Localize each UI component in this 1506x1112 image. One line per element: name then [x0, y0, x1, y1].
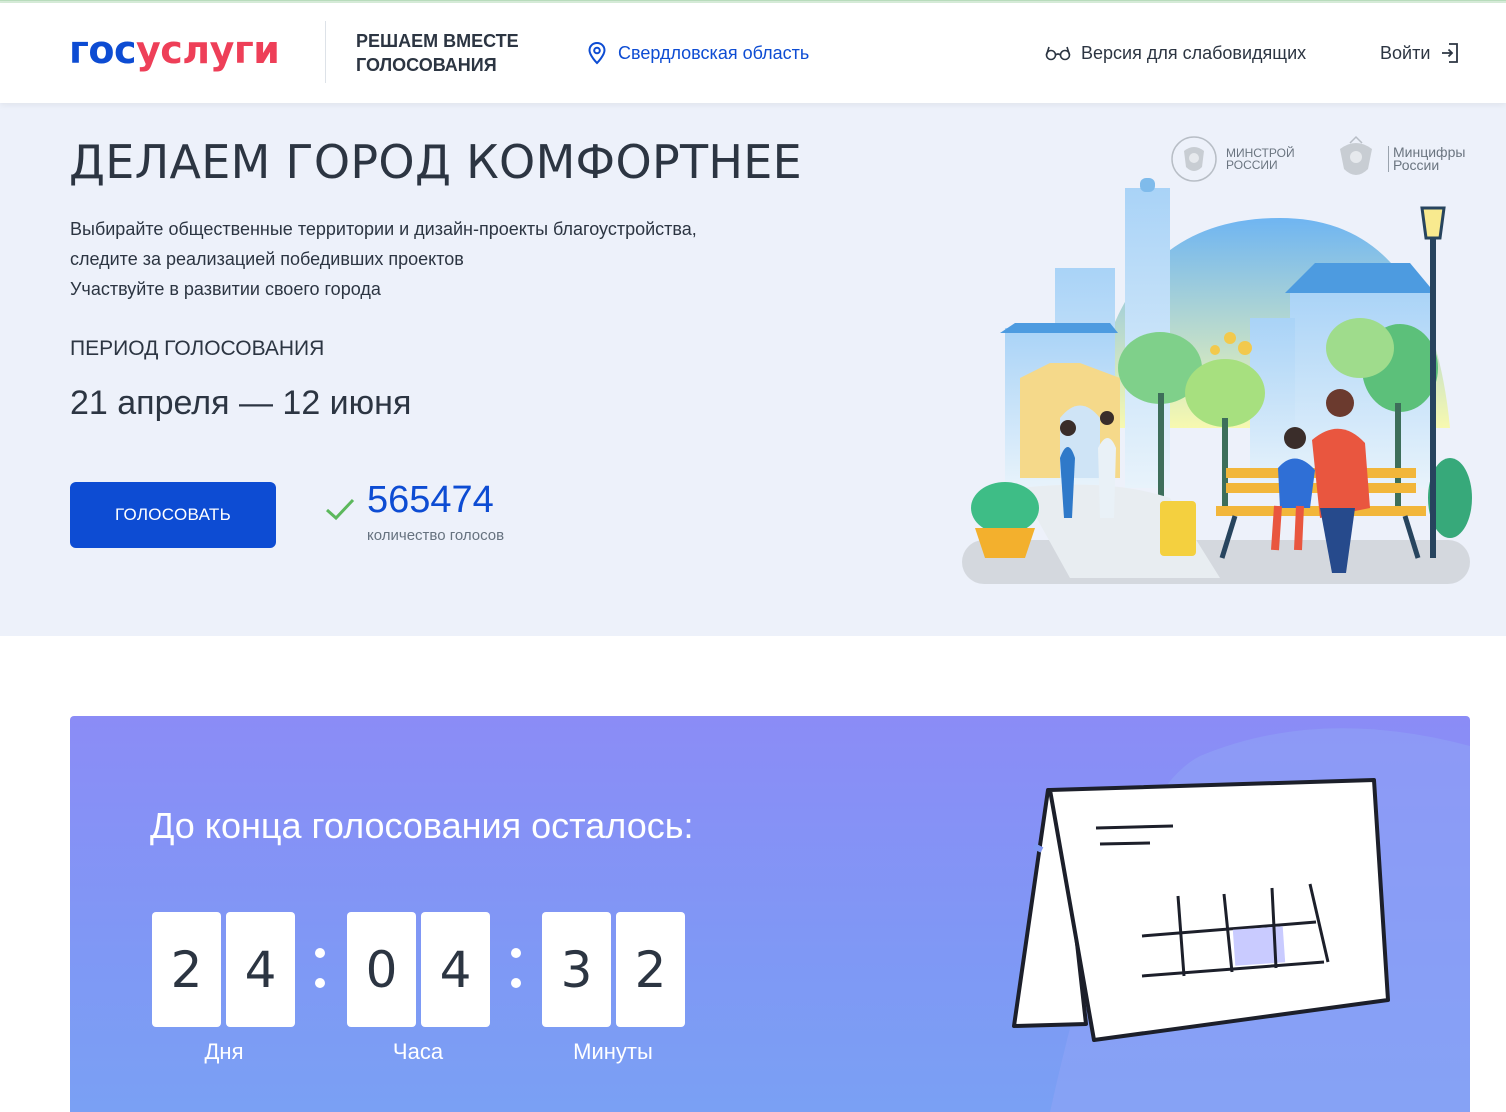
accessibility-version-link[interactable]: Версия для слабовидящих: [1045, 40, 1306, 66]
countdown-digit-days-2: 4: [226, 912, 295, 1027]
header-slogan[interactable]: РЕШАЕМ ВМЕСТЕ ГОЛОСОВАНИЯ: [356, 29, 556, 77]
slogan-line-1: РЕШАЕМ ВМЕСТЕ: [356, 31, 519, 51]
hero-desc-line-3: Участвуйте в развитии своего города: [70, 279, 381, 299]
login-label: Войти: [1380, 42, 1431, 63]
votes-count: 565474: [367, 479, 494, 521]
glasses-icon: [1045, 46, 1071, 61]
site-header: госуслуги РЕШАЕМ ВМЕСТЕ ГОЛОСОВАНИЯ Свер…: [0, 3, 1506, 103]
slogan-line-2: ГОЛОСОВАНИЯ: [356, 55, 497, 75]
countdown-title: До конца голосования осталось:: [150, 805, 694, 846]
login-button[interactable]: Войти: [1380, 40, 1460, 66]
header-divider: [325, 21, 326, 83]
logo-part-gos: гос: [69, 28, 137, 72]
desk-calendar-icon: [1012, 778, 1390, 1042]
hero-description: Выбирайте общественные территории и диза…: [70, 214, 830, 304]
countdown-separator: [511, 942, 521, 994]
accessibility-label: Версия для слабовидящих: [1081, 42, 1307, 63]
countdown-digit-hours-1: 0: [347, 912, 416, 1027]
voting-period-value: 21 апреля — 12 июня: [70, 384, 412, 422]
vote-button[interactable]: ГОЛОСОВАТЬ: [70, 482, 276, 548]
region-selector[interactable]: Свердловская область: [586, 40, 809, 66]
location-pin-icon: [588, 41, 606, 65]
hero-desc-line-2: следите за реализацией победивших проект…: [70, 249, 464, 269]
hero-section: ДЕЛАЕМ ГОРОД КОМФОРТНЕЕ Выбирайте общест…: [0, 103, 1506, 636]
countdown-digit-minutes-2: 2: [616, 912, 685, 1027]
login-icon: [1442, 43, 1459, 63]
countdown-separator: [315, 942, 325, 994]
hero-desc-line-1: Выбирайте общественные территории и диза…: [70, 219, 697, 239]
hero-title: ДЕЛАЕМ ГОРОД КОМФОРТНЕЕ: [69, 135, 803, 189]
countdown-hours-label: Часа: [392, 1039, 444, 1064]
region-label: Свердловская область: [618, 42, 810, 63]
logo-part-uslugi: услуги: [136, 28, 280, 72]
votes-count-label: количество голосов: [367, 527, 505, 544]
countdown-days-label: Дня: [204, 1039, 244, 1064]
city-park-illustration: [962, 178, 1472, 584]
mincifry-line-2: России: [1393, 157, 1440, 173]
gosuslugi-logo[interactable]: госуслуги: [69, 27, 280, 73]
countdown-minutes-label: Минуты: [573, 1039, 653, 1064]
countdown-digit-minutes-1: 3: [542, 912, 611, 1027]
countdown-digit-days-1: 2: [152, 912, 221, 1027]
voting-period-label: ПЕРИОД ГОЛОСОВАНИЯ: [70, 337, 325, 360]
countdown-digit-hours-2: 4: [421, 912, 490, 1027]
checkmark-icon: [326, 498, 355, 521]
countdown-section: До конца голосования осталось: 2 4 0 4 3…: [70, 716, 1470, 1112]
minstroy-line-2: РОССИИ: [1226, 158, 1278, 172]
